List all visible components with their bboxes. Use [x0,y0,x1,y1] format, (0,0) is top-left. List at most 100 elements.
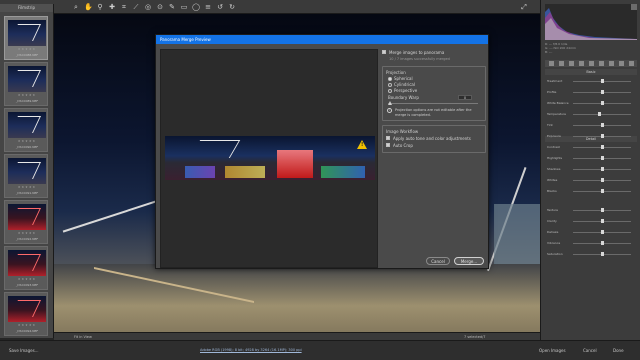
slider-thumb[interactable] [388,101,392,105]
adjustment-label: Contrast [547,145,560,149]
adjustment-brush-icon[interactable]: ✎ [168,3,176,11]
slider-knob[interactable] [597,112,601,116]
basic-tab-icon[interactable] [549,61,554,66]
auto-crop-checkbox[interactable]: Auto Crop [386,142,482,149]
projection-cylindrical-label: Cylindrical [394,82,415,87]
adjustment-label: Dehaze [547,230,559,234]
calibration-tab-icon[interactable] [619,61,624,66]
tone-curve-tab-icon[interactable] [559,61,564,66]
bridge-silhouette [189,140,241,158]
info-icon: i [387,108,392,113]
fullscreen-icon[interactable]: ⤢ [520,3,528,11]
split-toning-tab-icon[interactable] [589,61,594,66]
boundary-warp-value[interactable]: 0 [458,95,472,100]
effects-tab-icon[interactable] [609,61,614,66]
hsl-tab-icon[interactable] [579,61,584,66]
cancel-button[interactable]: Cancel [580,347,600,354]
auto-crop-label: Auto Crop [393,143,413,148]
projection-group: Projection Spherical Cylindrical Perspec… [382,66,486,121]
filmstrip-item[interactable]: ★★★★★ _DSC0091.NEF [4,154,48,198]
projection-info: i Projection options are not editable af… [386,108,482,117]
rating-stars[interactable]: ★★★★★ [5,185,49,189]
slider-knob[interactable] [600,230,604,234]
slider-knob[interactable] [600,79,604,83]
hand-icon[interactable]: ✋ [84,3,93,11]
lens-tab-icon[interactable] [599,61,604,66]
rating-stars[interactable]: ★★★★★ [5,231,49,235]
adjustment-label: Blacks [547,189,557,193]
radio-selected-icon[interactable] [388,77,392,81]
slider-knob[interactable] [600,101,604,105]
open-images-button[interactable]: Open Images [536,347,569,354]
done-button[interactable]: Done [610,347,627,354]
dialog-title[interactable]: Panorama Merge Preview [156,35,488,44]
presets-tab-icon[interactable] [629,61,634,66]
cancel-button[interactable]: Cancel [426,257,450,265]
checkbox-icon[interactable] [386,136,390,140]
preview-status-strip: Fit in View 7 selected/7 [54,332,540,340]
rotate-right-icon[interactable]: ↻ [228,3,236,11]
color-sampler-icon[interactable]: ✚ [108,3,116,11]
filmstrip-item[interactable]: ★★★★★ _DSC0092.NEF [4,200,48,244]
eyedropper-icon[interactable]: ⚲ [96,3,104,11]
filmstrip-item[interactable]: ★★★★★ _DSC0090.NEF [4,108,48,152]
checkbox-icon[interactable] [382,50,386,54]
rating-stars[interactable]: ★★★★★ [5,277,49,281]
slider-knob[interactable] [600,252,604,256]
checkbox-icon[interactable] [386,143,390,147]
red-eye-icon[interactable]: ⊙ [156,3,164,11]
slider-knob[interactable] [600,219,604,223]
merge-images-checkbox[interactable]: Merge images to panorama [382,49,486,56]
auto-tone-checkbox[interactable]: Apply auto tone and color adjustments [386,135,482,142]
boundary-warp-slider[interactable] [388,101,478,105]
workflow-options-link[interactable]: Adobe RGB (1998); 8 bit; 4928 by 3264 (1… [200,348,302,352]
radio-icon[interactable] [388,89,392,93]
slider-knob[interactable] [600,178,604,182]
rating-stars[interactable]: ★★★★★ [5,323,49,327]
slider-knob[interactable] [600,90,604,94]
warning-icon: ! [357,140,367,149]
rating-stars[interactable]: ★★★★★ [5,93,49,97]
slider-knob[interactable] [600,156,604,160]
filmstrip-item[interactable]: ★★★★★ _DSC0093.NEF [4,246,48,290]
filename-label: _DSC0091.NEF [15,191,39,195]
camera-readout: R: --- f/8.0 1/4s G: --- ISO 200 24mm B:… [545,42,637,54]
rating-stars[interactable]: ★★★★★ [5,47,49,51]
preferences-icon[interactable]: ≡ [204,3,212,11]
filmstrip-item[interactable]: ★★★★★ _DSC0089.NEF [4,62,48,106]
adjustment-slider[interactable] [573,114,631,115]
adjustments-panel: R: --- f/8.0 1/4s G: --- ISO 200 24mm B:… [540,0,640,340]
slider-knob[interactable] [600,241,604,245]
filename-label: _DSC0094.NEF [15,329,39,333]
spot-removal-icon[interactable]: ◎ [144,3,152,11]
radio-icon[interactable] [388,83,392,87]
filmstrip-item[interactable]: ★★★★★ _DSC0094.NEF [4,292,48,336]
slider-knob[interactable] [600,123,604,127]
adjustment-row: Contrast [547,144,635,150]
filmstrip-item[interactable]: ★★★★★ _DSC0088.NEF [4,16,48,60]
detail-tab-icon[interactable] [569,61,574,66]
graduated-filter-icon[interactable]: ▭ [180,3,188,11]
filmstrip-header[interactable]: Filmstrip [0,4,53,12]
rating-stars[interactable]: ★★★★★ [5,139,49,143]
adjustment-label: Highlights [547,156,563,160]
save-images-button[interactable]: Save Images... [6,347,42,354]
slider-knob[interactable] [600,145,604,149]
zoom-icon[interactable]: ⌕ [72,3,80,11]
projection-spherical-label: Spherical [394,76,413,81]
merge-button[interactable]: Merge... [454,257,484,265]
thumbnail-image [8,20,46,46]
merge-options: Merge images to panorama 10 / 7 images s… [382,49,486,153]
crop-icon[interactable]: ⌗ [120,3,128,11]
light-reflection [185,166,215,178]
adjustment-row: White Balance [547,100,635,106]
straighten-icon[interactable]: ⟋ [132,3,140,11]
slider-knob[interactable] [600,134,604,138]
slider-knob[interactable] [600,167,604,171]
adjustment-label: Texture [547,208,558,212]
slider-knob[interactable] [600,208,604,212]
histogram [545,4,637,40]
radial-filter-icon[interactable]: ◯ [192,3,200,11]
slider-knob[interactable] [600,189,604,193]
rotate-left-icon[interactable]: ↺ [216,3,224,11]
